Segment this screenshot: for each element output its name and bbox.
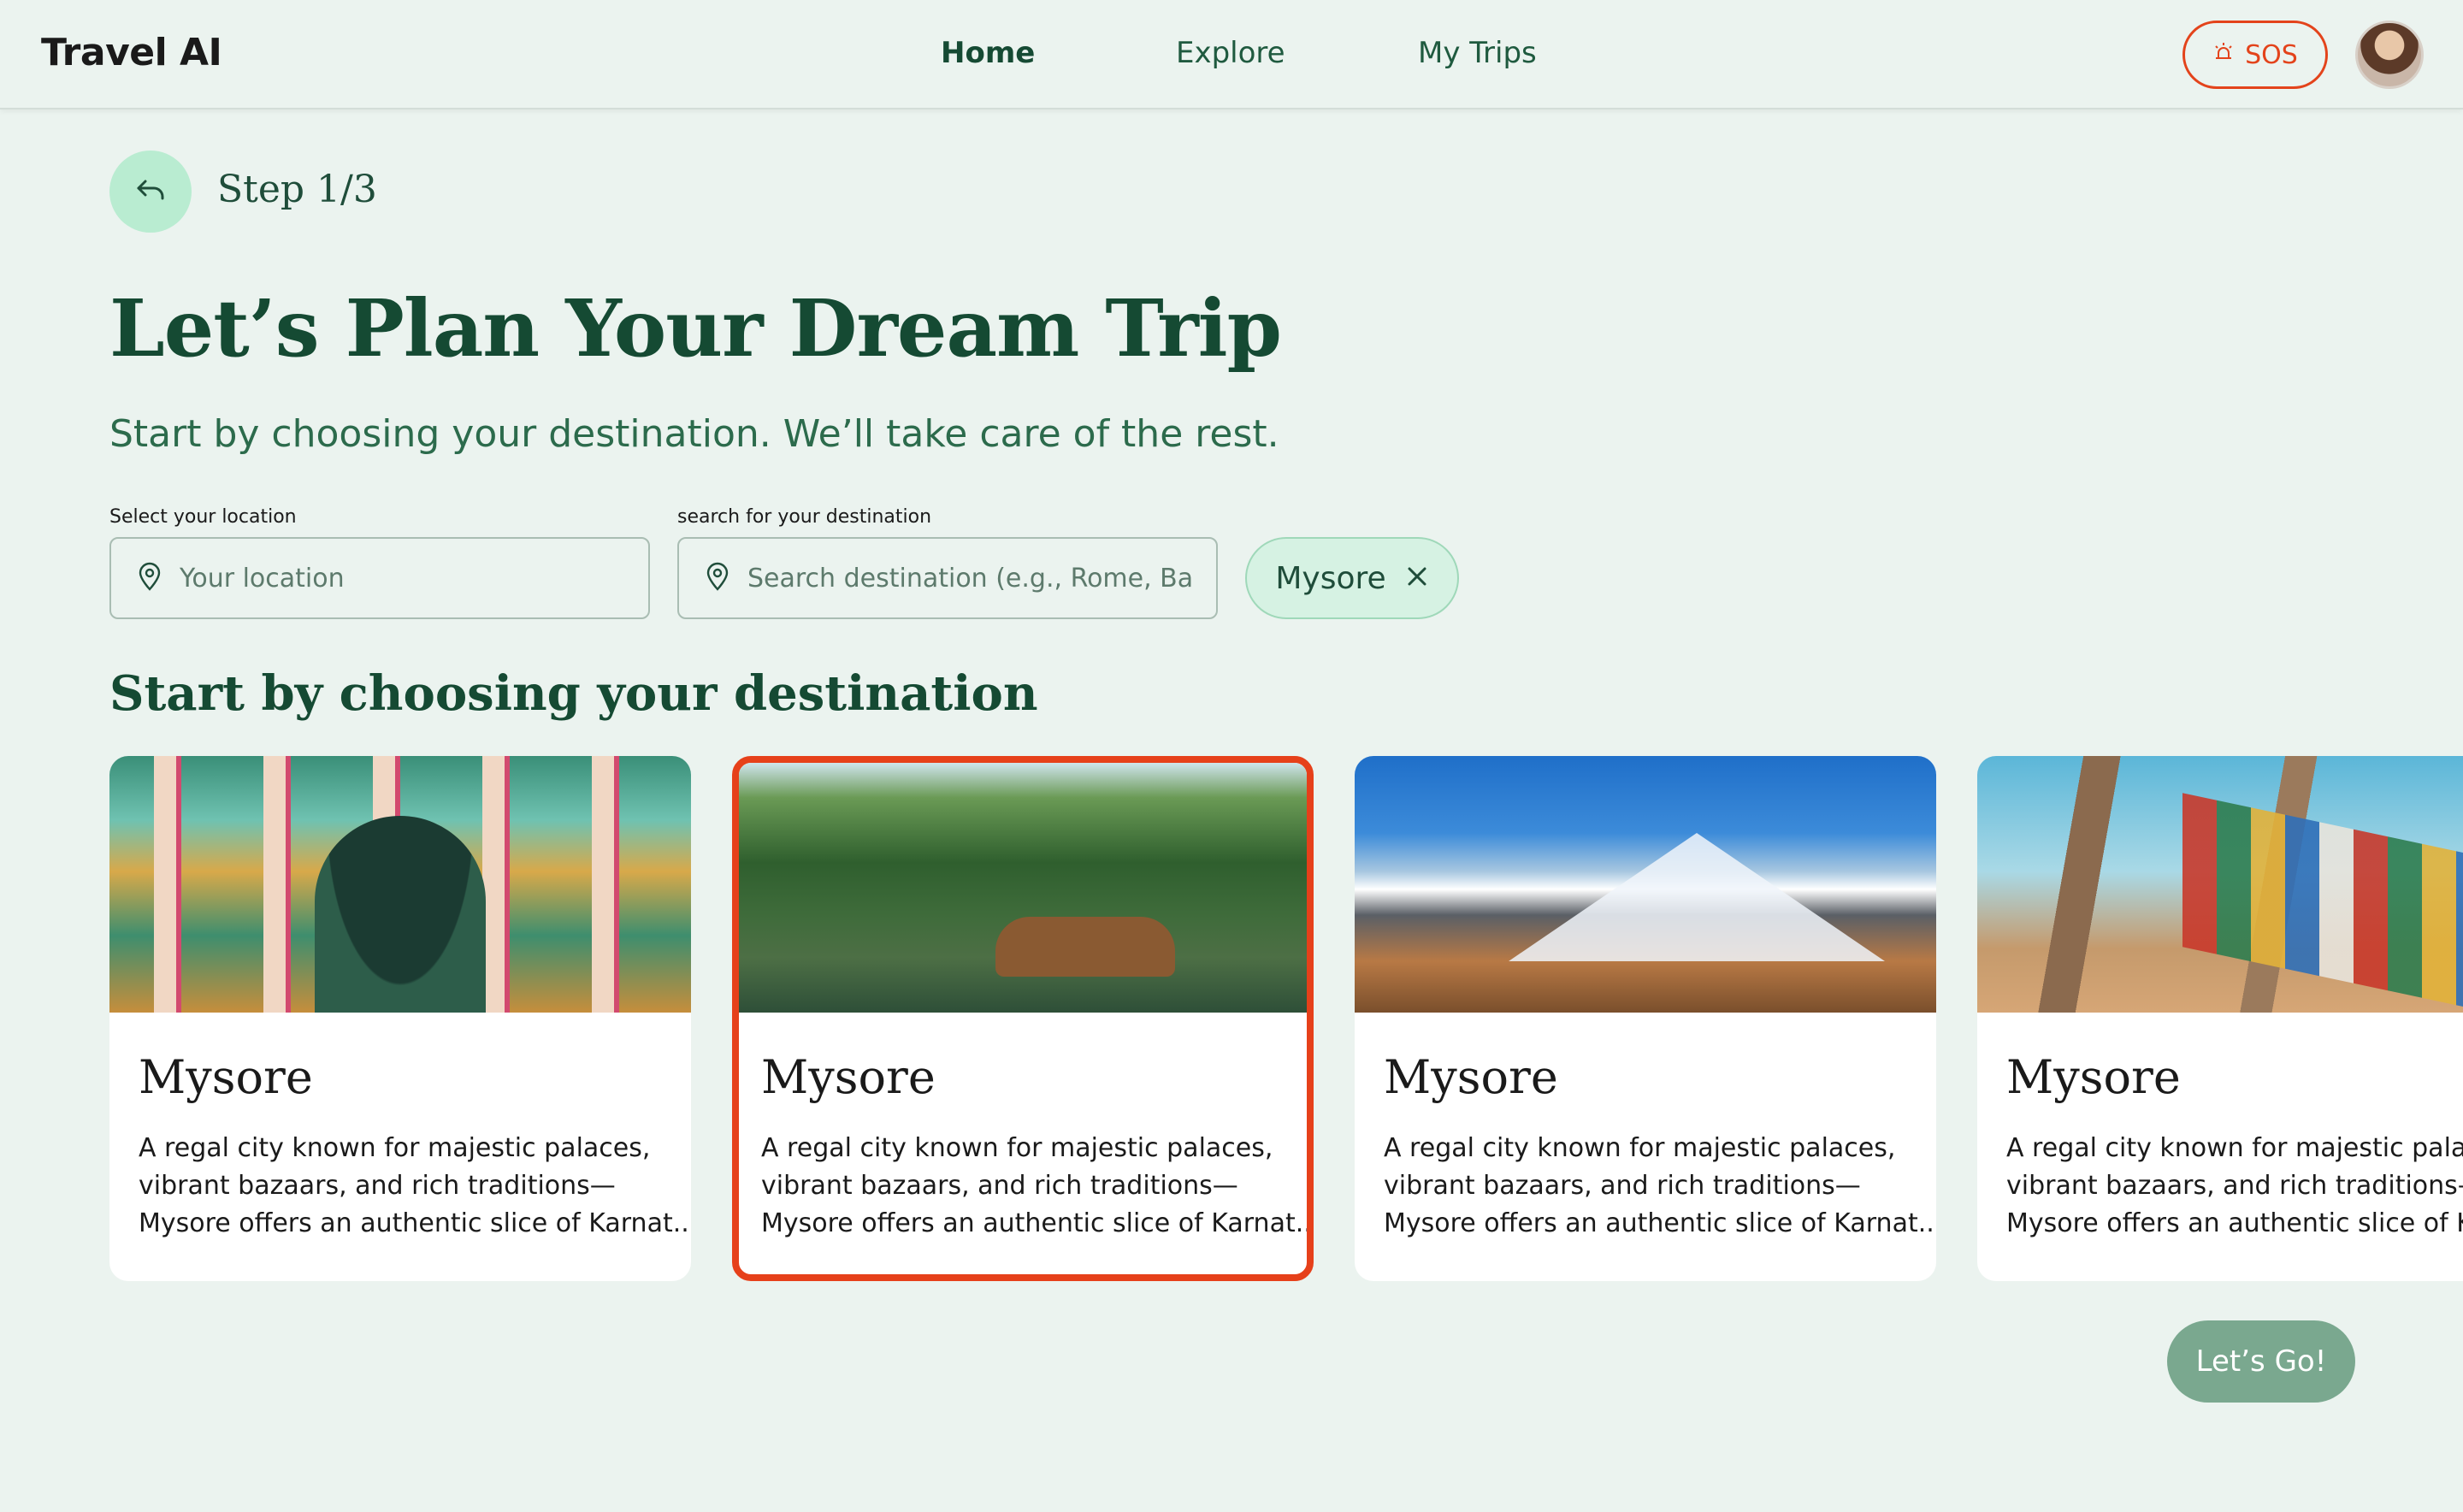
card-title: Mysore xyxy=(1384,1050,1558,1104)
page-title: Let’s Plan Your Dream Trip xyxy=(109,282,1282,375)
close-icon[interactable] xyxy=(1405,561,1429,596)
back-button[interactable] xyxy=(109,151,192,233)
map-pin-icon xyxy=(137,562,162,594)
page-subtitle: Start by choosing your destination. We’l… xyxy=(109,412,1279,456)
lets-go-button[interactable]: Let’s Go! xyxy=(2167,1320,2355,1403)
destination-search-input[interactable] xyxy=(747,563,1192,594)
destination-card[interactable]: Mysore A regal city known for majestic p… xyxy=(1355,756,1936,1281)
sos-button[interactable]: SOS xyxy=(2182,21,2328,89)
card-description-line: A regal city known for majestic palaces, xyxy=(1384,1133,1896,1163)
nav-home[interactable]: Home xyxy=(941,36,1035,70)
destination-card[interactable]: Mysore A regal city known for majestic p… xyxy=(1977,756,2463,1281)
backwater-houseboat-image xyxy=(739,763,1307,1013)
brand-logo[interactable]: Travel AI xyxy=(41,31,222,74)
selected-destination-chip[interactable]: Mysore xyxy=(1245,537,1459,619)
destination-field[interactable] xyxy=(677,537,1218,619)
card-description-line: Mysore offers an authentic slice of Karn… xyxy=(139,1208,691,1238)
destination-card-selected[interactable]: Mysore A regal city known for majestic p… xyxy=(732,756,1314,1281)
card-description-line: A regal city known for majestic palace xyxy=(2006,1133,2463,1163)
card-description-line: Mysore offers an authentic slice of Karn… xyxy=(1384,1208,1936,1238)
destination-card[interactable]: Mysore A regal city known for majestic p… xyxy=(109,756,691,1281)
location-label: Select your location xyxy=(109,506,297,528)
chip-label: Mysore xyxy=(1275,560,1386,596)
location-input[interactable] xyxy=(180,563,624,594)
top-navigation-bar: Travel AI Home Explore My Trips SOS xyxy=(0,0,2463,109)
card-description-line: vibrant bazaars, and rich traditions— xyxy=(1384,1171,1861,1201)
card-description-line: vibrant bazaars, and rich traditions— xyxy=(761,1171,1238,1201)
card-description-line: Mysore offers an authentic slice of Kar xyxy=(2006,1208,2463,1238)
nav-explore[interactable]: Explore xyxy=(1176,36,1285,70)
card-description-line: A regal city known for majestic palaces, xyxy=(761,1133,1273,1163)
palace-interior-image xyxy=(109,756,691,1013)
card-description-line: vibrant bazaars, and rich traditions— xyxy=(139,1171,616,1201)
location-field[interactable] xyxy=(109,537,650,619)
step-indicator: Step 1/3 xyxy=(217,168,377,211)
card-title: Mysore xyxy=(139,1050,313,1104)
card-title: Mysore xyxy=(761,1050,936,1104)
snowy-mountains-image xyxy=(1355,756,1936,1013)
card-title: Mysore xyxy=(2006,1050,2181,1104)
card-description-line: A regal city known for majestic palaces, xyxy=(139,1133,651,1163)
prayer-flags-image xyxy=(1977,756,2463,1013)
section-title: Start by choosing your destination xyxy=(109,665,1038,722)
destination-label: search for your destination xyxy=(677,506,932,528)
map-pin-icon xyxy=(705,562,730,594)
card-description-line: vibrant bazaars, and rich traditions— xyxy=(2006,1171,2463,1201)
nav-my-trips[interactable]: My Trips xyxy=(1418,36,1537,70)
siren-icon xyxy=(2212,40,2235,70)
sos-label: SOS xyxy=(2245,39,2298,70)
user-avatar[interactable] xyxy=(2355,21,2424,89)
back-arrow-icon xyxy=(132,171,169,212)
card-description-line: Mysore offers an authentic slice of Karn… xyxy=(761,1208,1314,1238)
